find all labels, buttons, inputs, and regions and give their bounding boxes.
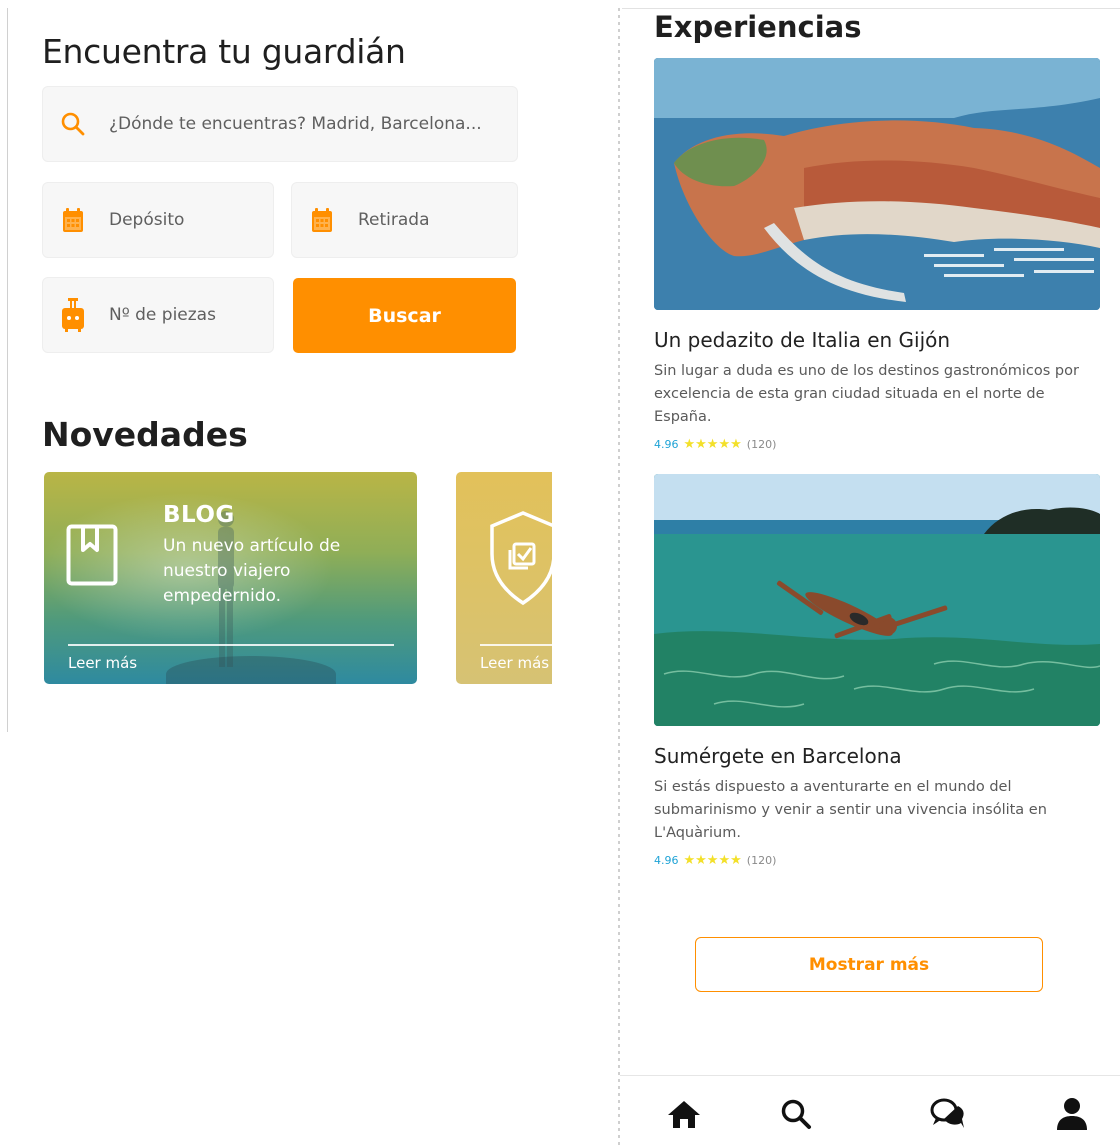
page-title: Experiencias <box>654 10 862 44</box>
pieces-label: Nº de piezas <box>109 305 216 325</box>
search-icon[interactable] <box>776 1094 816 1134</box>
calendar-icon <box>308 206 336 234</box>
experience-rating: 4.96 ★★★★★ (120) <box>654 437 776 452</box>
experience-title[interactable]: Sumérgete en Barcelona <box>654 744 902 768</box>
profile-icon[interactable] <box>1052 1094 1092 1134</box>
news-carousel[interactable]: BLOG Un nuevo artículo de nuestro viajer… <box>42 470 552 688</box>
experience-title[interactable]: Un pedazito de Italia en Gijón <box>654 328 950 352</box>
luggage-icon <box>59 298 87 332</box>
read-more-link[interactable]: Leer más <box>68 654 137 672</box>
gijon-aerial-illustration <box>654 58 1100 310</box>
pickup-date-field[interactable]: Retirada <box>291 182 518 258</box>
search-button[interactable]: Buscar <box>293 278 516 353</box>
news-card-security[interactable]: Leer más <box>456 472 552 684</box>
swimmer-illustration <box>654 474 1100 726</box>
deposit-date-field[interactable]: Depósito <box>42 182 274 258</box>
rating-score: 4.96 <box>654 854 679 867</box>
calendar-icon <box>59 206 87 234</box>
experience-photo-barcelona[interactable] <box>654 474 1100 726</box>
experience-photo-gijon[interactable] <box>654 58 1100 310</box>
pickup-label: Retirada <box>358 210 430 230</box>
search-icon <box>59 110 87 138</box>
search-screen: Encuentra tu guardián ¿Dónde te encuentr… <box>0 0 560 730</box>
review-count: (120) <box>746 854 777 867</box>
news-card-blog[interactable]: BLOG Un nuevo artículo de nuestro viajer… <box>44 472 417 684</box>
location-placeholder: ¿Dónde te encuentras? Madrid, Barcelona.… <box>109 114 482 134</box>
chat-icon[interactable] <box>928 1094 968 1134</box>
card-divider <box>68 644 394 646</box>
location-search-field[interactable]: ¿Dónde te encuentras? Madrid, Barcelona.… <box>42 86 518 162</box>
news-card-text: Un nuevo artículo de nuestro viajero emp… <box>163 536 341 606</box>
experience-description: Si estás dispuesto a aventurarte en el m… <box>654 779 1047 841</box>
review-count: (120) <box>746 438 777 451</box>
pieces-field[interactable]: Nº de piezas <box>42 277 274 353</box>
experience-description: Sin lugar a duda es uno de los destinos … <box>654 363 1079 425</box>
news-card-heading: BLOG <box>163 502 235 528</box>
experience-rating: 4.96 ★★★★★ (120) <box>654 853 776 868</box>
bookmark-icon <box>66 524 118 586</box>
page-title: Encuentra tu guardián <box>42 32 406 71</box>
experiences-screen: Experiencias Un pedazito de Italia en Gi… <box>616 0 1120 1146</box>
bottom-navigation <box>620 1075 1120 1146</box>
home-icon[interactable] <box>664 1094 704 1134</box>
screen-divider <box>618 8 620 1146</box>
star-rating-icon: ★★★★★ <box>683 437 742 452</box>
read-more-link[interactable]: Leer más <box>480 654 549 672</box>
rating-score: 4.96 <box>654 438 679 451</box>
shield-check-icon <box>488 510 552 606</box>
top-divider <box>622 8 1120 9</box>
card-divider <box>480 644 552 646</box>
show-more-button[interactable]: Mostrar más <box>695 937 1043 992</box>
news-section-title: Novedades <box>42 415 248 454</box>
rock-silhouette <box>166 656 336 684</box>
star-rating-icon: ★★★★★ <box>683 853 742 868</box>
deposit-label: Depósito <box>109 210 185 230</box>
